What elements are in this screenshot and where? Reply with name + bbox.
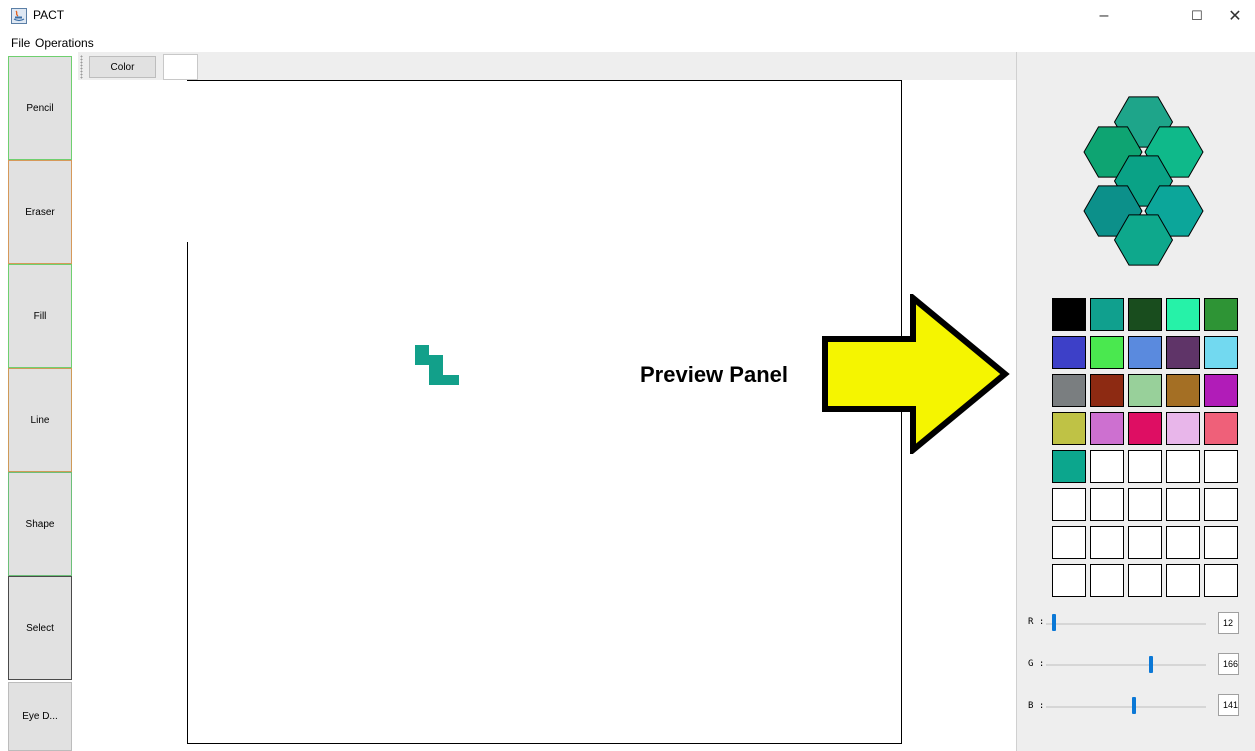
java-app-icon [11,8,27,24]
palette-swatch[interactable] [1128,298,1162,331]
palette-swatch[interactable] [1204,336,1238,369]
tool-pencil-button[interactable]: Pencil [8,56,72,160]
palette-swatch[interactable] [1052,450,1086,483]
palette-swatch[interactable] [1090,374,1124,407]
palette-swatch[interactable] [1090,488,1124,521]
palette-swatch[interactable] [1166,374,1200,407]
palette-swatch[interactable] [1090,564,1124,597]
toolbar-grip[interactable] [80,55,83,79]
maximize-button[interactable]: ☐ [1177,0,1217,32]
palette-swatch[interactable] [1128,450,1162,483]
slider-thumb[interactable] [1149,656,1153,673]
palette-swatch[interactable] [1204,526,1238,559]
tool-palette: Pencil Eraser Fill Line Shape Select Eye… [0,52,78,751]
palette-swatch[interactable] [1128,526,1162,559]
color-button[interactable]: Color [89,56,156,78]
palette-swatch[interactable] [1204,412,1238,445]
palette-swatch[interactable] [1128,374,1162,407]
palette-swatch[interactable] [1128,564,1162,597]
palette-swatch[interactable] [1052,564,1086,597]
menu-bar: File Operations [0,34,1255,52]
menu-operations[interactable]: Operations [35,36,94,50]
tool-eye-dropper-button[interactable]: Eye D... [8,682,72,751]
preview-panel-annotation: Preview Panel [640,362,788,387]
palette-swatch[interactable] [1128,412,1162,445]
title-bar [0,0,1255,32]
slider-thumb[interactable] [1132,697,1136,714]
tool-eraser-button[interactable]: Eraser [8,160,72,264]
palette-swatch[interactable] [1052,298,1086,331]
hex-color-picker[interactable] [1058,92,1229,270]
palette-swatch[interactable] [1052,488,1086,521]
slider-value-field[interactable]: 141 [1218,694,1239,716]
window-title: PACT [33,8,65,22]
slider-label: R : [1028,617,1045,627]
palette-swatch[interactable] [1090,412,1124,445]
canvas-border [187,242,188,744]
slider-track[interactable] [1046,664,1206,666]
tool-line-button[interactable]: Line [8,368,72,472]
palette-swatch[interactable] [1166,564,1200,597]
palette-swatch[interactable] [1090,336,1124,369]
pixel-drawing [415,345,459,385]
palette-swatch[interactable] [1204,450,1238,483]
slider-value-field[interactable]: 166 [1218,653,1239,675]
palette-swatch[interactable] [1052,412,1086,445]
menu-file[interactable]: File [11,36,30,50]
palette-swatch[interactable] [1128,488,1162,521]
tool-shape-button[interactable]: Shape [8,472,72,576]
palette-swatch[interactable] [1090,298,1124,331]
palette-swatch[interactable] [1090,526,1124,559]
palette-swatch[interactable] [1204,298,1238,331]
palette-swatch[interactable] [1052,374,1086,407]
palette-swatch[interactable] [1204,488,1238,521]
canvas-border [187,80,902,81]
palette-swatch[interactable] [1204,564,1238,597]
palette-swatch[interactable] [1166,488,1200,521]
minimize-button[interactable]: – [1084,0,1124,32]
slider-track[interactable] [1046,706,1206,708]
slider-label: G : [1028,659,1045,669]
tool-fill-button[interactable]: Fill [8,264,72,368]
palette-swatch[interactable] [1166,450,1200,483]
close-button[interactable]: ✕ [1215,0,1255,32]
palette-swatch[interactable] [1052,526,1086,559]
palette-swatch[interactable] [1166,336,1200,369]
arrow-right-icon [822,294,1010,454]
canvas-border [187,743,902,744]
slider-value-field[interactable]: 12 [1218,612,1239,634]
palette-swatch[interactable] [1166,298,1200,331]
current-color-swatch[interactable] [163,54,198,80]
slider-thumb[interactable] [1052,614,1056,631]
tool-select-button[interactable]: Select [8,576,72,680]
palette-swatch[interactable] [1090,450,1124,483]
palette-swatch[interactable] [1052,336,1086,369]
slider-track[interactable] [1046,623,1206,625]
palette-swatch[interactable] [1166,412,1200,445]
palette-swatch[interactable] [1204,374,1238,407]
palette-swatch[interactable] [1166,526,1200,559]
top-toolbar [78,52,1016,80]
slider-label: B : [1028,701,1045,711]
palette-swatch[interactable] [1128,336,1162,369]
